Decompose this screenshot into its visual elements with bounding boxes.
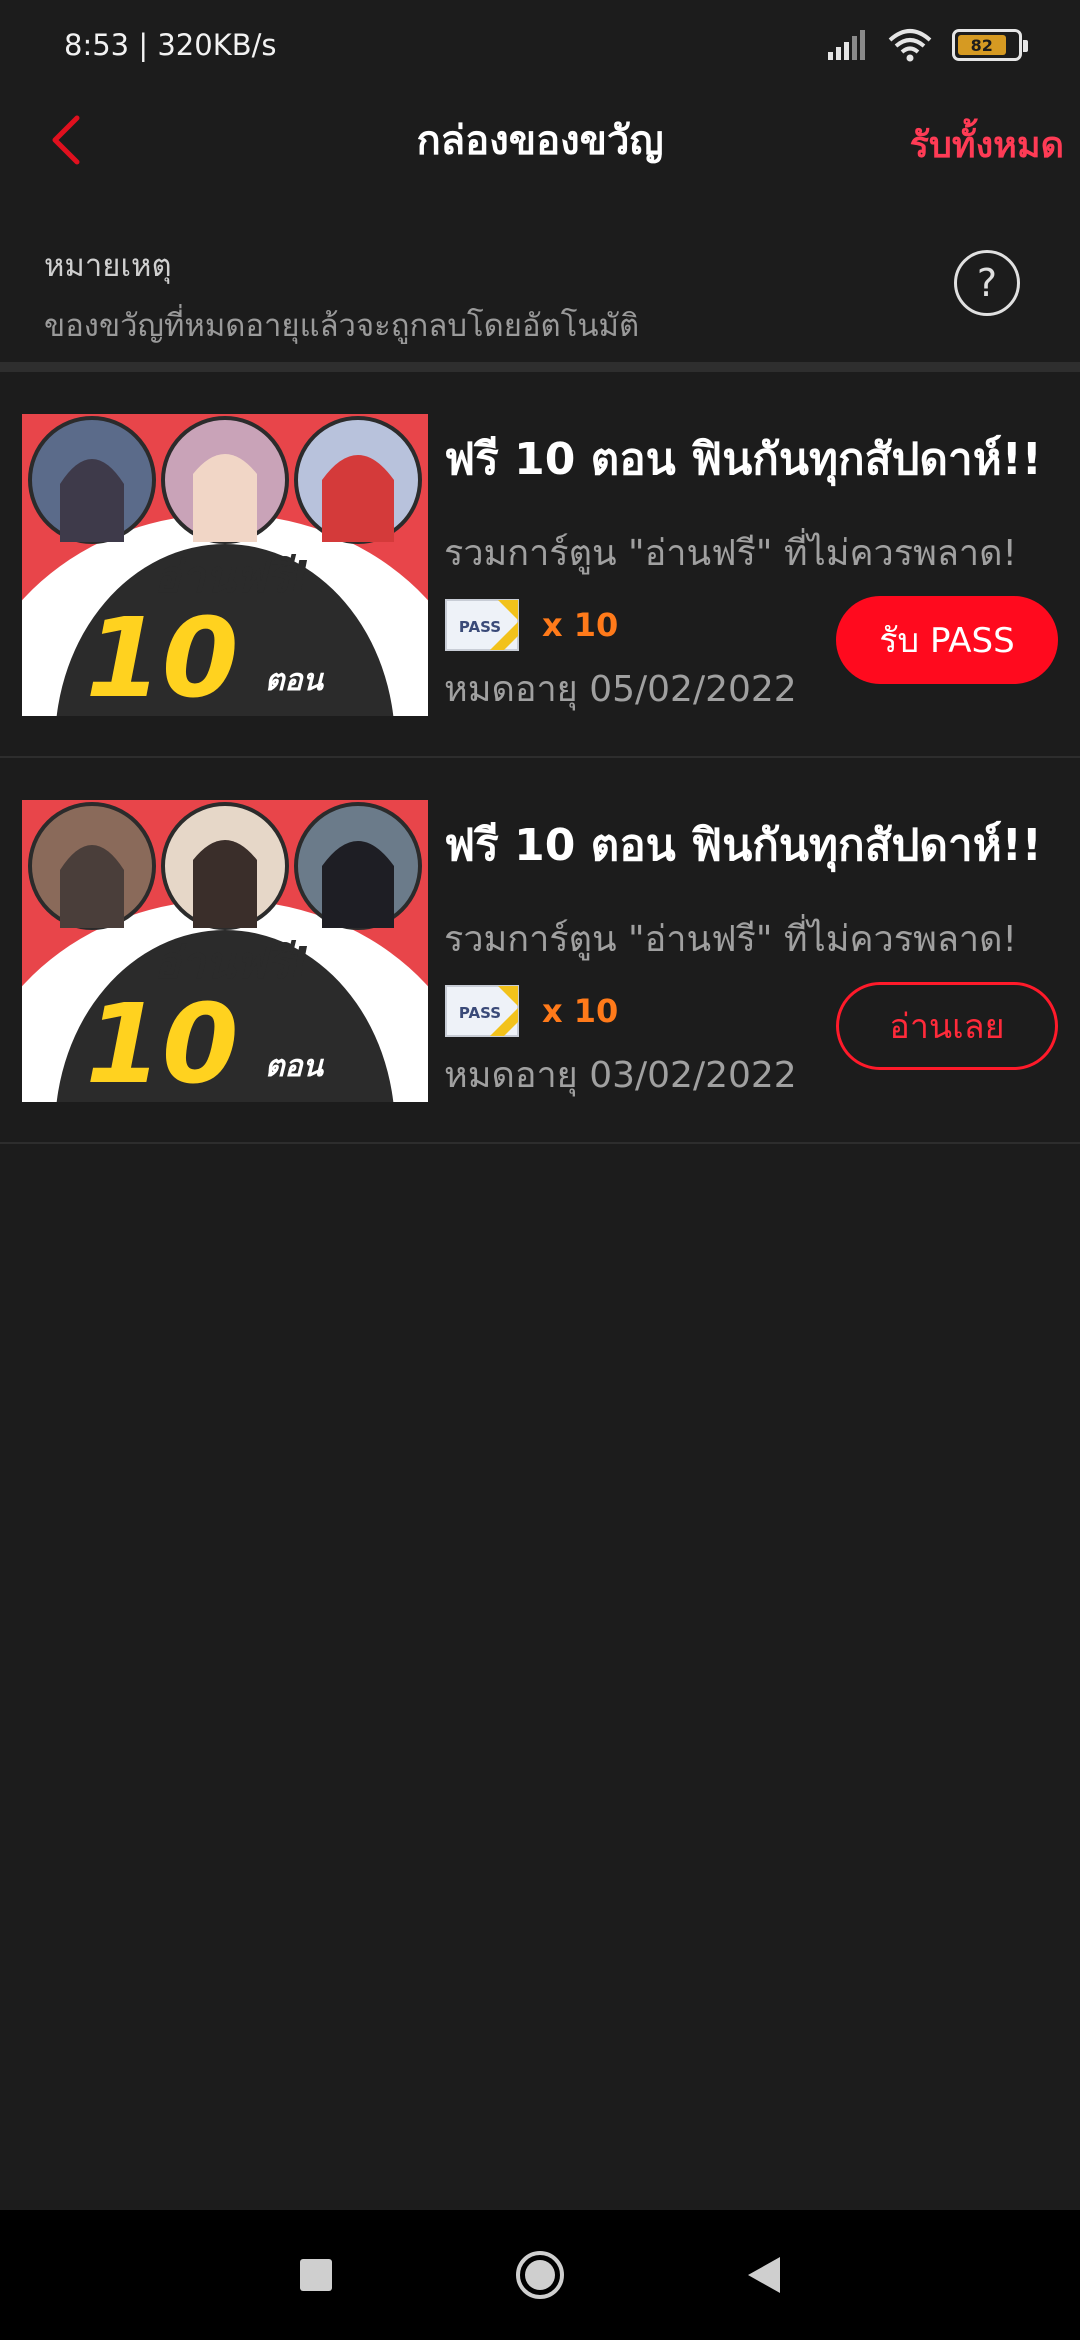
notice-text: ของขวัญที่หมดอายุแล้วจะถูกลบโดยอัตโนมัติ bbox=[44, 308, 640, 344]
pass-ticket-icon: PASS bbox=[445, 985, 519, 1037]
question-icon: ? bbox=[976, 261, 998, 305]
page-title: กล่องของขวัญ bbox=[416, 118, 664, 164]
recents-square-icon[interactable] bbox=[298, 2257, 334, 2293]
battery-icon: 82 bbox=[952, 29, 1028, 61]
status-bar: 8:53 | 320KB/s 82 bbox=[0, 0, 1080, 90]
pass-count: x 10 bbox=[542, 606, 619, 644]
app-header: กล่องของขวัญ รับทั้งหมด bbox=[0, 90, 1080, 190]
notice-section: หมายเหตุ ของขวัญที่หมดอายุแล้วจะถูกลบโดย… bbox=[0, 220, 1080, 362]
gift-expiry: หมดอายุ 03/02/2022 bbox=[444, 1055, 797, 1096]
pass-count: x 10 bbox=[542, 992, 619, 1030]
gift-subtitle: รวมการ์ตูน "อ่านฟรี" ที่ไม่ควรพลาด! bbox=[444, 533, 1017, 574]
banner-unit: ตอน bbox=[265, 663, 325, 698]
status-left: 8:53 | 320KB/s bbox=[64, 28, 277, 62]
pass-row: PASS x 10 bbox=[444, 984, 618, 1038]
read-now-button[interactable]: อ่านเลย bbox=[836, 982, 1058, 1070]
pass-ticket-label: PASS bbox=[459, 618, 501, 636]
banner-number: 10 bbox=[85, 980, 238, 1102]
pass-row: PASS x 10 bbox=[444, 598, 618, 652]
banner-unit: ตอน bbox=[265, 1049, 325, 1084]
battery-level: 82 bbox=[970, 35, 993, 55]
chevron-left-icon bbox=[52, 115, 80, 165]
gift-banner-image: อ่านฟรี! 10 ตอน bbox=[22, 414, 428, 716]
help-button[interactable]: ? bbox=[954, 250, 1020, 316]
status-net-speed: 320KB/s bbox=[157, 28, 277, 62]
section-divider bbox=[0, 362, 1080, 372]
battery-fill: 82 bbox=[958, 35, 1006, 55]
back-button[interactable] bbox=[36, 110, 96, 170]
banner-number: 10 bbox=[85, 594, 238, 716]
gift-banner-image: อ่านฟรี! 10 ตอน bbox=[22, 800, 428, 1102]
pass-ticket-label: PASS bbox=[459, 1004, 501, 1022]
gift-title: ฟรี 10 ตอน ฟินกันทุกสัปดาห์!! bbox=[444, 820, 1042, 871]
gift-subtitle: รวมการ์ตูน "อ่านฟรี" ที่ไม่ควรพลาด! bbox=[444, 919, 1017, 960]
gift-item[interactable]: อ่านฟรี! 10 ตอน ฟรี 10 ตอน ฟินกันทุกสัปด… bbox=[0, 758, 1080, 1144]
banner-art: อ่านฟรี! 10 ตอน bbox=[22, 800, 428, 1102]
claim-all-button[interactable]: รับทั้งหมด bbox=[910, 116, 1064, 173]
signal-icon bbox=[828, 30, 865, 60]
wifi-icon bbox=[888, 29, 932, 62]
status-separator: | bbox=[138, 28, 158, 62]
gift-expiry: หมดอายุ 05/02/2022 bbox=[444, 669, 797, 710]
gift-title: ฟรี 10 ตอน ฟินกันทุกสัปดาห์!! bbox=[444, 434, 1042, 485]
pass-ticket-icon: PASS bbox=[445, 599, 519, 651]
gift-list: อ่านฟรี! 10 ตอน ฟรี 10 ตอน ฟินกันทุกสัปด… bbox=[0, 372, 1080, 1144]
claim-pass-button[interactable]: รับ PASS bbox=[836, 596, 1058, 684]
notice-title: หมายเหตุ bbox=[44, 248, 172, 284]
home-circle-icon[interactable] bbox=[514, 2249, 566, 2301]
status-icons: 82 bbox=[828, 28, 1028, 62]
back-triangle-icon[interactable] bbox=[746, 2255, 782, 2295]
banner-art: อ่านฟรี! 10 ตอน bbox=[22, 414, 428, 716]
gift-item[interactable]: อ่านฟรี! 10 ตอน ฟรี 10 ตอน ฟินกันทุกสัปด… bbox=[0, 372, 1080, 758]
system-nav-bar bbox=[0, 2210, 1080, 2340]
status-time: 8:53 bbox=[64, 28, 130, 62]
